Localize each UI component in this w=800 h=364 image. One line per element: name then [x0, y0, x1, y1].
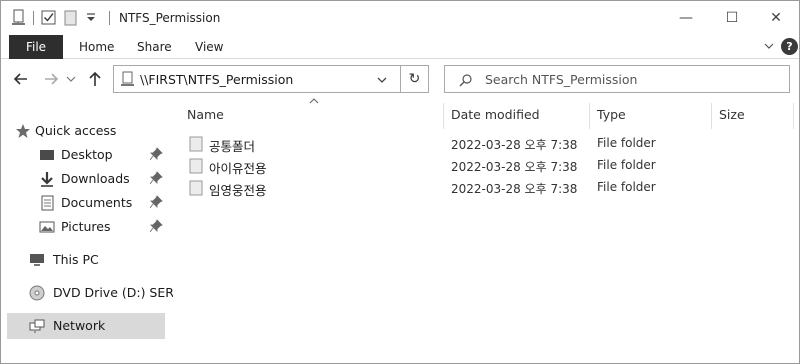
file-list: Name Date modified Type Size 공통폴더 2022-0…	[173, 98, 799, 363]
pin-icon[interactable]	[149, 171, 163, 185]
tab-home[interactable]: Home	[79, 35, 114, 59]
sidebar-item-downloads[interactable]: Downloads	[7, 167, 165, 191]
computer-icon	[30, 254, 44, 266]
file-type: File folder	[597, 136, 656, 150]
search-box[interactable]: Search NTFS_Permission	[444, 65, 790, 93]
table-row[interactable]: 임영웅전용 2022-03-28 오후 7:38 File folder	[181, 177, 791, 199]
explorer-window: NTFS_Permission — ☐ ✕ File Home Share Vi…	[0, 0, 800, 364]
quick-access-separator	[33, 11, 34, 25]
tab-file[interactable]: File	[9, 35, 63, 59]
sidebar-item-label: Quick access	[35, 123, 117, 138]
column-divider[interactable]	[443, 103, 444, 129]
sidebar-item-this-pc[interactable]: This PC	[7, 248, 165, 272]
file-date-modified: 2022-03-28 오후 7:38	[451, 160, 578, 174]
pictures-icon	[39, 221, 55, 233]
customize-dropdown-icon[interactable]	[85, 12, 97, 24]
address-dropdown-icon[interactable]	[376, 74, 388, 86]
tab-share[interactable]: Share	[137, 35, 172, 59]
column-header-date-modified[interactable]: Date modified	[451, 107, 540, 122]
title-separator	[109, 11, 110, 25]
sidebar-item-pictures[interactable]: Pictures	[7, 215, 165, 239]
file-name: 아이유전용	[209, 161, 267, 176]
sidebar-item-label: DVD Drive (D:) SERVE	[53, 285, 190, 300]
refresh-button[interactable]: ↻	[401, 65, 429, 93]
file-name: 임영웅전용	[209, 183, 267, 198]
ribbon-tabs: File Home Share View ?	[1, 35, 799, 59]
sidebar-item-label: Desktop	[61, 147, 113, 162]
file-date-modified: 2022-03-28 오후 7:38	[451, 182, 578, 196]
table-row[interactable]: 공통폴더 2022-03-28 오후 7:38 File folder	[181, 133, 791, 155]
recent-locations-icon[interactable]	[65, 69, 77, 89]
column-divider[interactable]	[793, 103, 794, 129]
file-name: 공통폴더	[209, 139, 256, 154]
folder-icon	[189, 158, 203, 174]
address-path: \\FIRST\NTFS_Permission	[140, 72, 294, 87]
column-header-size[interactable]: Size	[719, 107, 745, 122]
navigation-pane: Quick access Desktop Downloads Documents…	[1, 99, 190, 363]
column-header-type[interactable]: Type	[597, 107, 626, 122]
expand-ribbon-icon[interactable]	[763, 40, 775, 52]
up-arrow-icon[interactable]	[85, 69, 105, 89]
column-divider[interactable]	[589, 103, 590, 129]
search-placeholder: Search NTFS_Permission	[485, 72, 638, 87]
folder-icon	[189, 180, 203, 196]
star-icon	[16, 124, 30, 138]
navigation-bar: \\FIRST\NTFS_Permission ↻ Search NTFS_Pe…	[1, 59, 799, 99]
download-icon	[41, 172, 53, 187]
column-header-name[interactable]: Name	[187, 107, 224, 122]
checkbox-icon[interactable]	[41, 9, 57, 27]
pin-icon[interactable]	[149, 195, 163, 209]
file-type: File folder	[597, 180, 656, 194]
sidebar-item-desktop[interactable]: Desktop	[7, 143, 165, 167]
sidebar-item-label: Downloads	[61, 171, 130, 186]
title-bar: NTFS_Permission — ☐ ✕	[1, 1, 799, 35]
sidebar-item-dvd-drive[interactable]: DVD Drive (D:) SERVE	[7, 281, 190, 305]
sidebar-item-label: Pictures	[61, 219, 111, 234]
network-icon	[29, 319, 45, 333]
dvd-icon	[29, 285, 45, 301]
minimize-button[interactable]: —	[663, 5, 709, 31]
file-type: File folder	[597, 158, 656, 172]
file-date-modified: 2022-03-28 오후 7:38	[451, 138, 578, 152]
sidebar-item-label: This PC	[53, 252, 99, 267]
forward-arrow-icon[interactable]	[41, 69, 61, 89]
pin-icon[interactable]	[149, 219, 163, 233]
sort-ascending-icon	[309, 98, 319, 104]
sidebar-item-documents[interactable]: Documents	[7, 191, 165, 215]
search-icon	[459, 74, 472, 87]
properties-icon[interactable]	[11, 9, 27, 27]
column-divider[interactable]	[711, 103, 712, 129]
pin-icon[interactable]	[149, 147, 163, 161]
folder-icon	[189, 136, 203, 152]
help-button[interactable]: ?	[781, 38, 798, 55]
new-folder-icon[interactable]	[63, 9, 79, 27]
address-bar[interactable]: \\FIRST\NTFS_Permission	[113, 65, 401, 93]
close-button[interactable]: ✕	[753, 5, 799, 31]
sidebar-item-network[interactable]: Network	[7, 313, 165, 339]
document-icon	[41, 195, 54, 211]
table-row[interactable]: 아이유전용 2022-03-28 오후 7:38 File folder	[181, 155, 791, 177]
window-title: NTFS_Permission	[119, 11, 221, 25]
sidebar-item-label: Network	[53, 318, 106, 333]
tab-view[interactable]: View	[195, 35, 223, 59]
back-arrow-icon[interactable]	[11, 69, 31, 89]
desktop-icon	[40, 150, 54, 160]
network-location-icon	[121, 71, 134, 86]
sidebar-item-quick-access[interactable]: Quick access	[7, 119, 165, 143]
sidebar-item-label: Documents	[61, 195, 133, 210]
maximize-button[interactable]: ☐	[709, 5, 755, 31]
